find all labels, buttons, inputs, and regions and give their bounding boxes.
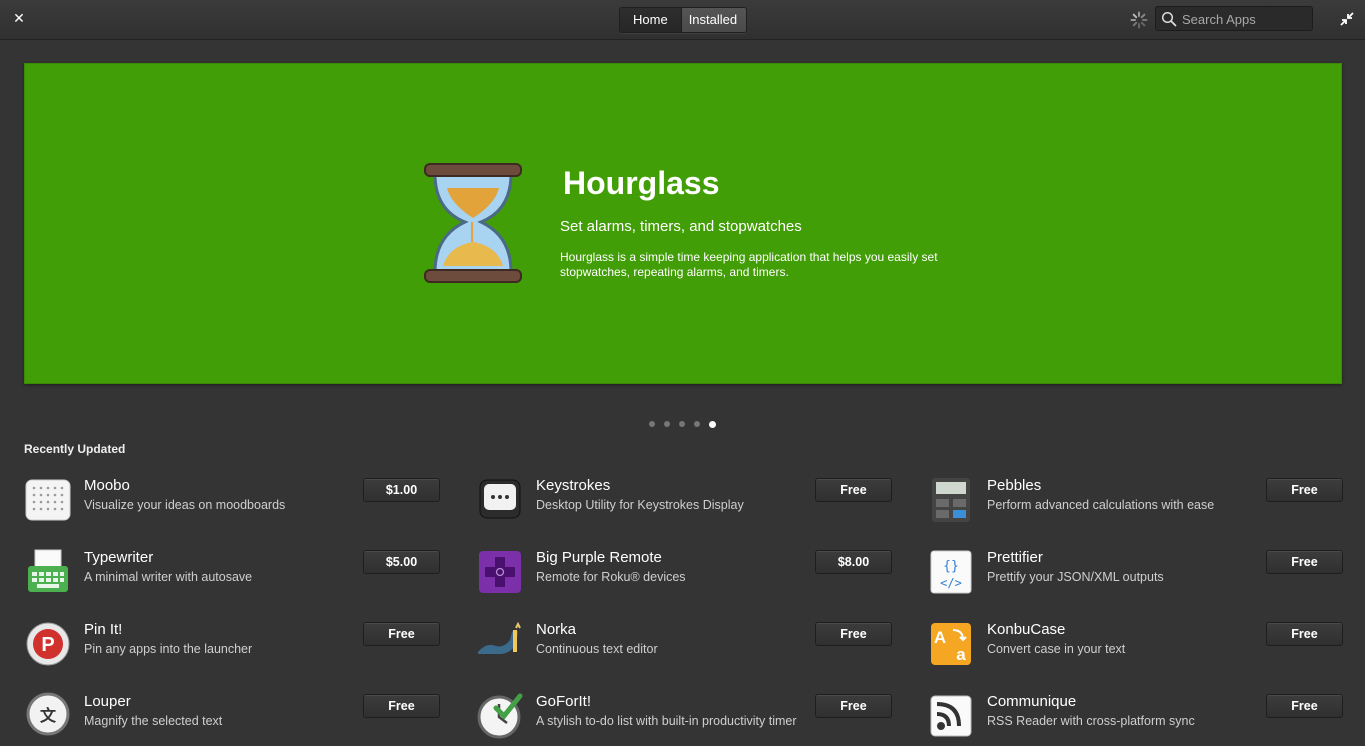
app-summary: A minimal writer with autosave xyxy=(84,570,253,584)
app-item-typewriter[interactable]: Typewriter A minimal writer with autosav… xyxy=(24,546,442,602)
restore-window-icon[interactable] xyxy=(1339,11,1355,27)
app-name: Keystrokes xyxy=(536,477,611,494)
louper-magnifier-icon: 文 xyxy=(26,692,70,736)
price-button[interactable]: $1.00 xyxy=(363,478,440,502)
app-summary: RSS Reader with cross-platform sync xyxy=(987,714,1195,728)
tab-installed[interactable]: Installed xyxy=(680,8,747,32)
konbucase-icon: A a xyxy=(931,623,971,665)
app-summary: Convert case in your text xyxy=(987,642,1126,656)
app-summary: Visualize your ideas on moodboards xyxy=(84,498,286,512)
app-item-konbucase[interactable]: A a KonbuCase Convert case in your text … xyxy=(927,618,1345,674)
header-bar: ✕ Home Installed xyxy=(0,0,1365,40)
app-item-big-purple-remote[interactable]: Big Purple Remote Remote for Roku® devic… xyxy=(476,546,894,602)
price-button[interactable]: Free xyxy=(1266,622,1343,646)
svg-text:P: P xyxy=(41,634,54,656)
app-name: Big Purple Remote xyxy=(536,549,662,566)
app-summary: Pin any apps into the launcher xyxy=(84,642,253,656)
section-title: Recently Updated xyxy=(24,442,126,456)
app-item-prettifier[interactable]: {} </> Prettifier Prettify your JSON/XML… xyxy=(927,546,1345,602)
search-field[interactable] xyxy=(1155,6,1313,31)
banner-description: Hourglass is a simple time keeping appli… xyxy=(560,250,938,279)
svg-text:A: A xyxy=(934,628,946,647)
page-dot[interactable] xyxy=(649,421,655,427)
app-summary: Magnify the selected text xyxy=(84,714,223,728)
page-dot-active[interactable] xyxy=(709,420,716,428)
price-button[interactable]: Free xyxy=(1266,550,1343,574)
page-dot[interactable] xyxy=(679,421,685,427)
app-name: Moobo xyxy=(84,477,130,494)
app-name: Norka xyxy=(536,621,577,638)
app-item-moobo[interactable]: Moobo Visualize your ideas on moodboards… xyxy=(24,474,442,530)
app-name: Pin It! xyxy=(84,621,123,638)
app-item-communique[interactable]: Communique RSS Reader with cross-platfor… xyxy=(927,690,1345,746)
price-button[interactable]: Free xyxy=(363,694,440,718)
tab-home[interactable]: Home xyxy=(620,8,681,32)
price-button[interactable]: $5.00 xyxy=(363,550,440,574)
svg-text:</>: </> xyxy=(940,576,962,590)
app-item-louper[interactable]: 文 Louper Magnify the selected text Free xyxy=(24,690,442,746)
view-switcher: Home Installed xyxy=(619,7,748,33)
search-input[interactable] xyxy=(1182,10,1307,28)
app-name: Louper xyxy=(84,693,131,710)
app-item-keystrokes[interactable]: Keystrokes Desktop Utility for Keystroke… xyxy=(476,474,894,530)
price-button[interactable]: Free xyxy=(1266,694,1343,718)
price-button[interactable]: Free xyxy=(1266,478,1343,502)
goforit-clock-icon xyxy=(477,693,523,739)
prettifier-code-icon: {} </> xyxy=(930,550,972,594)
keystrokes-icon xyxy=(479,479,521,519)
app-name: Communique xyxy=(987,693,1077,710)
app-item-pebbles[interactable]: Pebbles Perform advanced calculations wi… xyxy=(927,474,1345,530)
app-item-pin-it[interactable]: P Pin It! Pin any apps into the launcher… xyxy=(24,618,442,674)
price-button[interactable]: Free xyxy=(363,622,440,646)
price-button[interactable]: Free xyxy=(815,694,892,718)
svg-text:文: 文 xyxy=(40,706,57,725)
app-summary: A stylish to-do list with built-in produ… xyxy=(536,714,797,728)
rss-feed-icon xyxy=(930,695,972,737)
close-icon[interactable]: ✕ xyxy=(11,10,27,26)
pin-it-icon: P xyxy=(26,622,70,666)
banner-page-indicator xyxy=(649,420,716,428)
app-item-norka[interactable]: Norka Continuous text editor Free xyxy=(476,618,894,674)
banner-subtitle: Set alarms, timers, and stopwatches xyxy=(560,218,802,235)
banner-title: Hourglass xyxy=(563,165,720,201)
app-summary: Perform advanced calculations with ease xyxy=(987,498,1215,512)
app-item-goforit[interactable]: GoForIt! A stylish to-do list with built… xyxy=(476,690,894,746)
app-name: Pebbles xyxy=(987,477,1042,494)
moobo-icon xyxy=(25,479,71,521)
loading-spinner-icon xyxy=(1130,11,1148,29)
price-button[interactable]: Free xyxy=(815,478,892,502)
page-dot[interactable] xyxy=(694,421,700,427)
hourglass-app-icon xyxy=(424,163,522,283)
app-summary: Remote for Roku® devices xyxy=(536,570,686,584)
svg-text:a: a xyxy=(956,645,966,664)
app-name: Typewriter xyxy=(84,549,154,566)
remote-dpad-icon xyxy=(479,551,521,593)
norka-icon xyxy=(478,621,521,654)
featured-banner[interactable]: Hourglass Set alarms, timers, and stopwa… xyxy=(24,63,1342,384)
price-button[interactable]: Free xyxy=(815,622,892,646)
app-summary: Continuous text editor xyxy=(536,642,658,656)
app-name: Prettifier xyxy=(987,549,1043,566)
price-button[interactable]: $8.00 xyxy=(815,550,892,574)
typewriter-icon xyxy=(28,549,68,592)
page-dot[interactable] xyxy=(664,421,670,427)
app-name: GoForIt! xyxy=(536,693,592,710)
app-summary: Desktop Utility for Keystrokes Display xyxy=(536,498,744,512)
search-icon xyxy=(1161,11,1177,27)
app-name: KonbuCase xyxy=(987,621,1066,638)
svg-text:{}: {} xyxy=(943,559,959,574)
app-summary: Prettify your JSON/XML outputs xyxy=(987,570,1164,584)
pebbles-calculator-icon xyxy=(932,478,970,522)
